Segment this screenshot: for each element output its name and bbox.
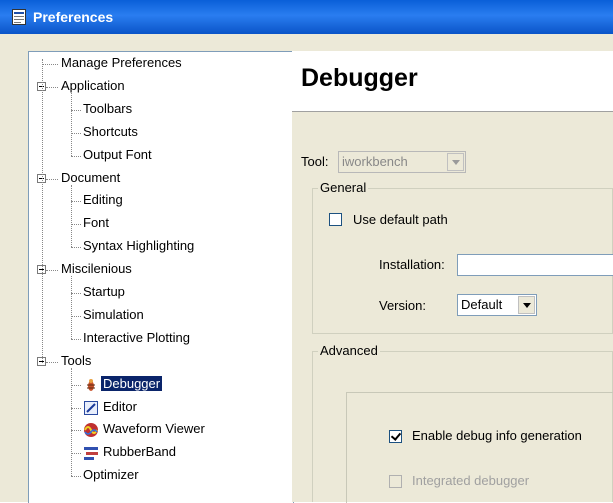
tree-connector (71, 315, 81, 317)
tree-connector (71, 92, 72, 156)
tree-connector (71, 109, 81, 111)
tool-select-value: iworkbench (342, 154, 408, 169)
tree-connector (71, 407, 81, 409)
preferences-window: Preferences Manage Preferences Applicatio… (0, 0, 613, 503)
tree-item-label: Waveform Viewer (103, 421, 205, 437)
settings-panel: Debugger Tool: iworkbench General Use de… (292, 51, 613, 503)
installation-field[interactable] (457, 254, 613, 276)
tree-item-label: Output Font (83, 146, 152, 162)
tree-item-label: Interactive Plotting (83, 329, 190, 345)
window-title: Preferences (33, 9, 114, 25)
tree-connector (71, 453, 81, 455)
enable-debug-checkbox[interactable] (389, 430, 402, 443)
chevron-down-icon (518, 296, 535, 314)
tree-item-label: Editor (103, 398, 137, 414)
tree-connector (71, 384, 81, 386)
tree-connector (71, 276, 72, 339)
tree-item-toolbars[interactable]: Toolbars (81, 99, 134, 119)
tree-item-startup[interactable]: Startup (81, 282, 127, 302)
tree-connector (71, 132, 81, 134)
tree-item-label: Application (61, 77, 125, 93)
tree-item-font[interactable]: Font (81, 213, 111, 233)
tree-connector (71, 293, 81, 294)
use-default-path-label: Use default path (353, 212, 448, 227)
tree-item-syntax-highlighting[interactable]: Syntax Highlighting (81, 236, 196, 256)
tree-item-label: Manage Preferences (61, 55, 182, 70)
general-group: General Use default path Installation: V… (312, 180, 613, 334)
chevron-down-icon (447, 153, 464, 171)
dialog-body: Manage Preferences Application Toolbars Sho… (0, 34, 613, 503)
tree-item-shortcuts[interactable]: Shortcuts (81, 122, 140, 142)
tree-connector (46, 178, 58, 180)
tree-connector (71, 430, 81, 432)
tree-item-editing[interactable]: Editing (81, 190, 125, 210)
rubberband-icon (83, 445, 99, 461)
tool-select[interactable]: iworkbench (338, 151, 466, 173)
tree-item-label: Simulation (83, 306, 144, 322)
tree-connector (71, 247, 81, 249)
tree-item-label: Debugger (101, 375, 163, 391)
advanced-inner-panel: Enable debug info generation Integrated … (346, 392, 613, 503)
tree-item-output-font[interactable]: Output Font (81, 145, 154, 165)
waveform-icon (83, 422, 99, 438)
use-default-path-checkbox[interactable] (329, 213, 342, 226)
version-select[interactable]: Default (457, 294, 537, 316)
tree-connector (42, 64, 58, 65)
tree-item-document[interactable]: Document (59, 168, 122, 188)
integrated-debugger-checkbox[interactable] (389, 475, 402, 488)
tree-item-label: Editing (83, 192, 123, 208)
advanced-legend: Advanced (318, 343, 380, 359)
tree-item-manage-preferences[interactable]: Manage Preferences (59, 53, 184, 73)
tree-item-label: Tools (61, 352, 92, 368)
tree-item-label: Miscilenious (61, 261, 132, 277)
tree-connector (71, 224, 81, 226)
tree-connector (71, 184, 72, 248)
tree-connector (71, 367, 72, 477)
editor-icon (83, 400, 99, 416)
tree-item-label: Optimizer (83, 467, 139, 483)
version-label: Version: (379, 298, 426, 313)
tree-item-label: Font (83, 215, 110, 231)
general-legend: General (318, 180, 369, 196)
tree-item-label: Document (61, 169, 121, 185)
tree-item-label: Shortcuts (83, 123, 138, 139)
tree-connector (46, 361, 58, 363)
tree-item-waveform-viewer[interactable]: Waveform Viewer (101, 419, 207, 439)
enable-debug-label: Enable debug info generation (412, 428, 582, 443)
tree-item-editor[interactable]: Editor (101, 397, 139, 417)
tree-item-interactive-plotting[interactable]: Interactive Plotting (81, 328, 192, 348)
tree-connector (42, 59, 43, 363)
version-select-value: Default (461, 297, 503, 312)
tree-item-optimizer[interactable]: Optimizer (81, 465, 141, 485)
tree-connector (71, 338, 81, 340)
installation-label: Installation: (379, 257, 445, 272)
tree-item-tools[interactable]: Tools (59, 351, 93, 371)
preferences-icon (12, 9, 26, 25)
tree-item-debugger[interactable]: Debugger (101, 374, 163, 394)
integrated-debugger-label: Integrated debugger (412, 473, 530, 488)
tree-connector (46, 86, 58, 88)
tool-label: Tool: (301, 154, 329, 169)
panel-title: Debugger (301, 64, 418, 92)
tree-connector (71, 201, 81, 203)
bug-icon (83, 377, 99, 393)
title-bar[interactable]: Preferences (0, 0, 613, 34)
tree-item-label: Toolbars (83, 100, 133, 116)
tree-item-simulation[interactable]: Simulation (81, 305, 146, 325)
tree-item-label: Startup (83, 284, 125, 299)
advanced-group: Advanced Enable debug info generation In… (312, 343, 613, 503)
tree-connector (71, 476, 81, 478)
tree-item-label: RubberBand (103, 444, 176, 460)
tree-item-application[interactable]: Application (59, 76, 127, 96)
tree-item-label: Syntax Highlighting (83, 238, 195, 254)
preferences-tree[interactable]: Manage Preferences Application Toolbars Sho… (28, 51, 294, 503)
panel-header: Debugger (292, 51, 613, 112)
tree-item-rubberband[interactable]: RubberBand (101, 442, 178, 462)
tree-connector (71, 155, 81, 157)
tree-connector (46, 270, 58, 272)
